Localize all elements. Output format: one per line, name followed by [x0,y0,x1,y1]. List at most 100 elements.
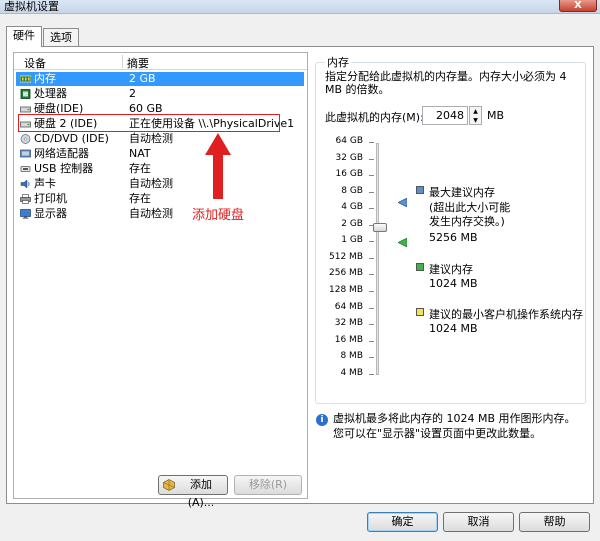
annotation-arrow-icon [205,133,231,199]
window-title: 虚拟机设置 [4,0,59,13]
slider-tick-mark [369,340,374,342]
device-summary: 自动检测 [129,132,173,145]
device-row-printer[interactable]: 打印机 存在 [16,192,304,206]
device-summary: 2 GB [129,72,156,85]
memory-slider-thumb[interactable] [373,223,387,232]
slider-tick-mark [369,290,374,292]
tab-options[interactable]: 选项 [43,28,79,46]
slider-tick-mark [369,307,374,309]
slider-tick-mark [369,241,374,243]
slider-tick-label: 8 MB [340,351,363,362]
slider-tick-label: 256 MB [329,268,363,279]
max-recommended-value: 5256 MB [429,231,478,244]
slider-tick-mark [369,208,374,210]
add-button[interactable]: 添加(A)... [158,475,228,509]
column-header-summary[interactable]: 摘要 [127,55,149,71]
device-summary: 自动检测 [129,177,173,190]
max-recommended-note: 发生内存交换。) [429,215,505,228]
remove-button[interactable]: 移除(R) [234,475,302,495]
add-hardware-icon [163,479,175,491]
device-row-cd-dvd[interactable]: CD/DVD (IDE) 自动检测 [16,132,304,146]
recommended-title: 建议内存 [429,263,473,276]
device-row-sound-card[interactable]: 声卡 自动检测 [16,177,304,191]
slider-tick-label: 2 GB [341,218,363,229]
slider-tick-label: 16 MB [334,334,363,345]
recommended-legend-icon [416,263,424,271]
device-name: 显示器 [34,207,67,220]
tab-hardware[interactable]: 硬件 [6,26,42,47]
close-button[interactable]: X [559,0,597,12]
title-bar: 虚拟机设置 X [0,0,600,14]
device-name: 打印机 [34,192,67,205]
slider-tick-mark [369,158,374,160]
device-row-display[interactable]: 显示器 自动检测 [16,207,304,221]
info-icon: i [316,414,328,426]
slider-tick-label: 8 GB [341,185,363,196]
device-row-usb-controller[interactable]: USB 控制器 存在 [16,162,304,176]
slider-tick-mark [369,357,374,359]
device-summary: 存在 [129,162,151,175]
max-recommended-marker-icon [398,198,407,207]
hard-disk-icon [20,106,31,113]
slider-tick-mark [369,373,374,375]
memory-field-label: 此虚拟机的内存(M): [325,111,424,124]
slider-tick-label: 128 MB [329,284,363,295]
slider-tick-label: 32 GB [335,152,363,163]
device-name: USB 控制器 [34,162,94,175]
max-recommended-legend-icon [416,186,424,194]
min-guest-value: 1024 MB [429,322,478,335]
device-summary: 2 [129,87,136,100]
device-summary: 存在 [129,192,151,205]
ok-button[interactable]: 确定 [367,512,438,532]
highlight-box [18,114,280,132]
spin-up-icon[interactable]: ▲ [470,107,481,116]
slider-tick-mark [369,257,374,259]
network-adapter-icon [20,149,31,158]
spin-down-icon[interactable]: ▼ [470,116,481,125]
device-row-processor[interactable]: 处理器 2 [16,87,304,101]
slider-tick-label: 512 MB [329,251,363,262]
help-button[interactable]: 帮助 [519,512,590,532]
memory-spinner[interactable]: ▲ ▼ [469,106,482,125]
device-name: 处理器 [34,87,67,100]
memory-input[interactable]: 2048 [422,106,468,125]
cancel-button[interactable]: 取消 [443,512,514,532]
device-row-memory[interactable]: 内存 2 GB [16,72,304,86]
add-button-label: 添加(A)... [187,478,215,509]
device-name: 内存 [34,72,56,85]
device-row-network-adapter[interactable]: 网络适配器 NAT [16,147,304,161]
slider-tick-label: 4 GB [341,202,363,213]
slider-tick-mark [369,324,374,326]
device-name: 网络适配器 [34,147,89,160]
memory-icon [20,75,31,83]
recommended-value: 1024 MB [429,277,478,290]
close-icon: X [574,0,582,11]
column-header-device[interactable]: 设备 [24,55,46,71]
slider-tick-label: 4 MB [340,367,363,378]
slider-tick-label: 64 MB [334,301,363,312]
memory-unit: MB [487,109,505,122]
memory-group-title: 内存 [325,54,351,70]
slider-tick-mark [369,274,374,276]
memory-description: 指定分配给此虚拟机的内存量。内存大小必须为 4 MB 的倍数。 [325,70,567,96]
sound-card-icon [20,179,30,189]
usb-icon [20,166,31,172]
max-recommended-title: 最大建议内存 [429,186,495,199]
device-list-header: 设备 摘要 [14,53,307,70]
cd-dvd-icon [20,134,31,144]
graphics-memory-info: 虚拟机最多将此内存的 1024 MB 用作图形内存。您可以在"显示器"设置页面中… [333,412,576,440]
slider-tick-mark [369,191,374,193]
device-name: CD/DVD (IDE) [34,132,109,145]
device-name: 声卡 [34,177,56,190]
printer-icon [20,194,31,204]
min-guest-title: 建议的最小客户机操作系统内存 [429,308,583,321]
memory-slider-track[interactable] [376,143,379,375]
slider-tick-label: 64 GB [335,136,363,146]
slider-tick-mark [369,175,374,177]
annotation-label: 添加硬盘 [192,208,245,223]
processor-icon [20,89,31,99]
slider-tick-label: 16 GB [335,169,363,180]
device-summary: 自动检测 [129,207,173,220]
slider-tick-label: 32 MB [334,318,363,329]
slider-tick-label: 1 GB [341,235,363,246]
